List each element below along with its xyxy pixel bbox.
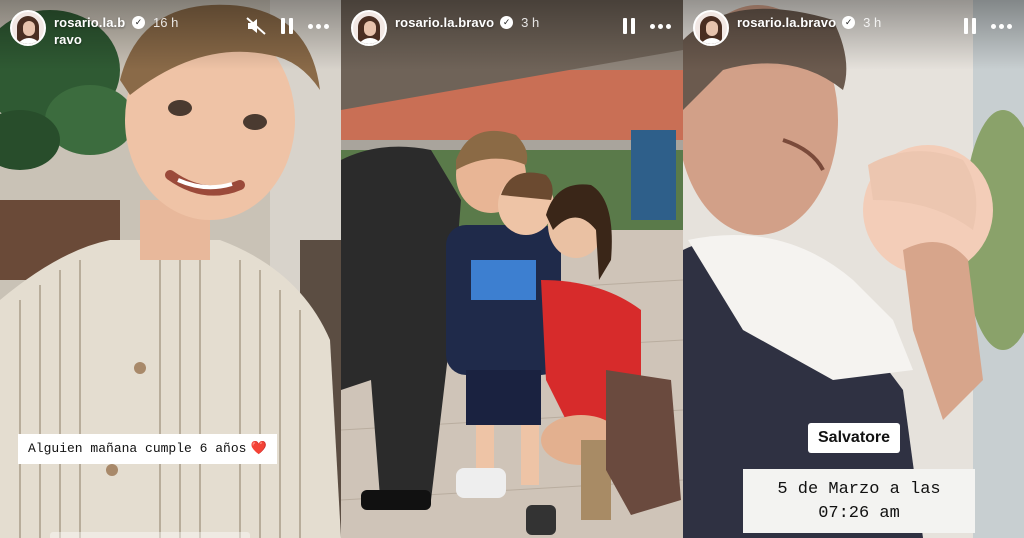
avatar[interactable] [693,10,729,46]
date-sticker: 5 de Marzo a las 07:26 am [743,469,975,533]
username[interactable]: rosario.la.bravo [395,14,494,31]
reply-bar[interactable] [50,532,250,538]
story-controls [963,16,1012,36]
mute-icon[interactable] [246,16,266,36]
story-controls [246,16,329,36]
caption-text: Alguien mañana cumple 6 años [28,441,247,456]
story-panel-3[interactable]: rosario.la.bravo ✓ 3 h Salvatore 5 de Ma… [683,0,1024,538]
heart-emoji: ❤️ [250,441,267,456]
user-info: rosario.la.bravo ✓ 3 h [395,14,539,31]
user-info: rosario.la.bravo ✓ 3 h [737,14,881,31]
pause-icon[interactable] [963,18,977,34]
story-panel-2[interactable]: rosario.la.bravo ✓ 3 h [341,0,683,538]
post-time: 16 h [153,15,179,30]
date-line-1: 5 de Marzo a las [777,480,941,499]
story-photo-family [341,0,683,538]
more-icon[interactable] [308,16,329,36]
stories-row: rosario.la.bravo ✓ 16 h Alguien mañana c… [0,0,1024,538]
user-info: rosario.la.bravo ✓ 16 h [54,14,178,48]
story-panel-1[interactable]: rosario.la.bravo ✓ 16 h Alguien mañana c… [0,0,341,538]
post-time: 3 h [863,15,882,30]
post-time: 3 h [521,15,540,30]
verified-icon: ✓ [842,16,856,29]
pause-icon[interactable] [622,18,636,34]
pause-icon[interactable] [280,18,294,34]
date-line-2: 07:26 am [818,504,900,523]
story-controls [622,16,671,36]
avatar[interactable] [351,10,387,46]
verified-icon: ✓ [500,16,514,29]
verified-icon: ✓ [132,16,145,29]
story-photo-baby [683,0,1024,538]
username[interactable]: rosario.la.bravo [54,14,126,48]
name-sticker: Salvatore [808,423,901,453]
more-icon[interactable] [650,16,671,36]
more-icon[interactable] [991,16,1012,36]
username[interactable]: rosario.la.bravo [737,14,836,31]
avatar[interactable] [10,10,46,46]
story-caption: Alguien mañana cumple 6 años ❤️ [18,434,277,464]
